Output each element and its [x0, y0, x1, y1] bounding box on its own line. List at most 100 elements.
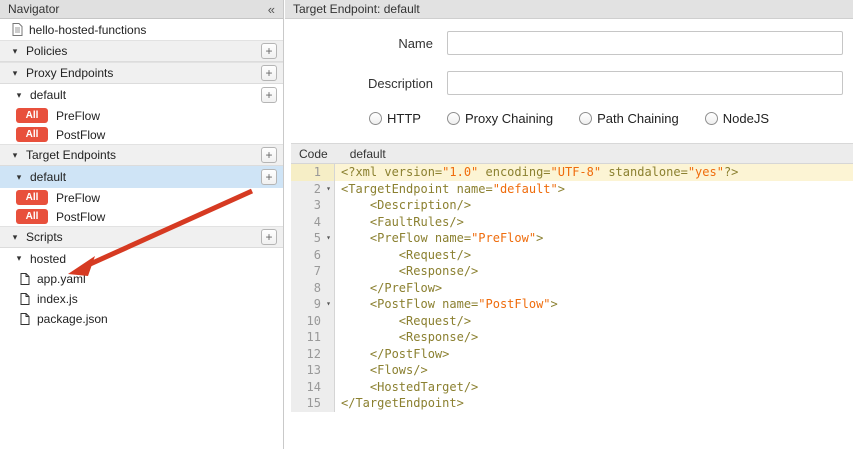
scripts-folder-hosted[interactable]: ▾ hosted [0, 248, 283, 269]
add-proxy-endpoint-button[interactable]: + [261, 65, 277, 81]
chevron-down-icon[interactable]: ▾ [14, 173, 24, 182]
line-number: 5 [314, 230, 323, 247]
radio-path-chaining[interactable]: Path Chaining [579, 111, 679, 126]
script-file-item[interactable]: app.yaml [0, 269, 283, 289]
radio-proxy-chaining[interactable]: Proxy Chaining [447, 111, 553, 126]
script-file-item[interactable]: package.json [0, 309, 283, 329]
code-text[interactable]: <PreFlow name="PreFlow"> [335, 230, 543, 247]
code-text[interactable]: <?xml version="1.0" encoding="UTF-8" sta… [335, 164, 738, 181]
section-scripts[interactable]: ▾ Scripts + [0, 226, 283, 248]
line-number: 3 [314, 197, 323, 214]
radio-nodejs[interactable]: NodeJS [705, 111, 769, 126]
description-input[interactable] [447, 71, 843, 95]
section-label: Proxy Endpoints [26, 66, 113, 80]
code-line[interactable]: 3 <Description/> [291, 197, 853, 214]
code-line[interactable]: 2▾<TargetEndpoint name="default"> [291, 181, 853, 198]
radio-icon[interactable] [447, 112, 460, 125]
code-line[interactable]: 6 <Request/> [291, 247, 853, 264]
line-number: 2 [314, 181, 323, 198]
bundle-item[interactable]: hello-hosted-functions [0, 19, 283, 40]
code-line[interactable]: 4 <FaultRules/> [291, 214, 853, 231]
code-text[interactable]: <Request/> [335, 247, 471, 264]
file-icon [20, 313, 31, 325]
line-number: 11 [307, 329, 323, 346]
code-text[interactable]: </PreFlow> [335, 280, 442, 297]
add-policy-button[interactable]: + [261, 43, 277, 59]
navigator-panel: Navigator « hello-hosted-functions ▾ Pol… [0, 0, 284, 449]
code-line[interactable]: 10 <Request/> [291, 313, 853, 330]
flow-condition-badge: All [16, 190, 48, 205]
file-name: package.json [37, 312, 108, 326]
target-endpoint-default[interactable]: ▾ default + [0, 166, 283, 188]
endpoint-name: default [30, 88, 66, 102]
chevron-down-icon[interactable]: ▾ [10, 233, 20, 242]
add-flow-button[interactable]: + [261, 87, 277, 103]
radio-icon[interactable] [579, 112, 592, 125]
section-policies[interactable]: ▾ Policies + [0, 40, 283, 62]
name-input[interactable] [447, 31, 843, 55]
code-line[interactable]: 8 </PreFlow> [291, 280, 853, 297]
line-gutter: 10 [291, 313, 335, 330]
tab-code[interactable]: Code [299, 147, 328, 161]
code-text[interactable]: <Response/> [335, 329, 478, 346]
section-target-endpoints[interactable]: ▾ Target Endpoints + [0, 144, 283, 166]
code-text[interactable]: <Request/> [335, 313, 471, 330]
code-text[interactable]: <PostFlow name="PostFlow"> [335, 296, 558, 313]
code-text[interactable]: <Description/> [335, 197, 471, 214]
tab-file-default[interactable]: default [350, 147, 386, 161]
name-label: Name [285, 36, 433, 51]
code-text[interactable]: <TargetEndpoint name="default"> [335, 181, 565, 198]
line-number: 4 [314, 214, 323, 231]
code-line[interactable]: 13 <Flows/> [291, 362, 853, 379]
script-file-item[interactable]: index.js [0, 289, 283, 309]
fold-arrow-icon[interactable]: ▾ [323, 181, 334, 198]
chevron-down-icon[interactable]: ▾ [10, 69, 20, 78]
chevron-down-icon[interactable]: ▾ [10, 151, 20, 160]
description-row: Description [285, 71, 853, 95]
code-line[interactable]: 11 <Response/> [291, 329, 853, 346]
name-row: Name [285, 31, 853, 55]
code-line[interactable]: 1<?xml version="1.0" encoding="UTF-8" st… [291, 164, 853, 181]
line-number: 6 [314, 247, 323, 264]
code-area[interactable]: 1<?xml version="1.0" encoding="UTF-8" st… [291, 164, 853, 449]
line-number: 10 [307, 313, 323, 330]
code-text[interactable]: </PostFlow> [335, 346, 449, 363]
proxy-postflow-item[interactable]: All PostFlow [0, 125, 283, 144]
code-text[interactable]: <Response/> [335, 263, 478, 280]
code-line[interactable]: 14 <HostedTarget/> [291, 379, 853, 396]
code-text[interactable]: <HostedTarget/> [335, 379, 478, 396]
add-flow-button[interactable]: + [261, 169, 277, 185]
chevron-down-icon[interactable]: ▾ [10, 47, 20, 56]
collapse-panel-icon[interactable]: « [268, 2, 275, 17]
radio-label: HTTP [387, 111, 421, 126]
add-script-button[interactable]: + [261, 229, 277, 245]
code-line[interactable]: 7 <Response/> [291, 263, 853, 280]
flow-label: PreFlow [56, 191, 100, 205]
target-postflow-item[interactable]: All PostFlow [0, 207, 283, 226]
proxy-endpoint-default[interactable]: ▾ default + [0, 84, 283, 106]
flow-label: PostFlow [56, 128, 105, 142]
target-preflow-item[interactable]: All PreFlow [0, 188, 283, 207]
add-target-endpoint-button[interactable]: + [261, 147, 277, 163]
line-gutter: 14 [291, 379, 335, 396]
proxy-preflow-item[interactable]: All PreFlow [0, 106, 283, 125]
chevron-down-icon[interactable]: ▾ [14, 254, 24, 263]
radio-http[interactable]: HTTP [369, 111, 421, 126]
fold-arrow-icon[interactable]: ▾ [323, 230, 334, 247]
code-line[interactable]: 15</TargetEndpoint> [291, 395, 853, 412]
file-name: index.js [37, 292, 78, 306]
section-proxy-endpoints[interactable]: ▾ Proxy Endpoints + [0, 62, 283, 84]
code-line[interactable]: 5▾ <PreFlow name="PreFlow"> [291, 230, 853, 247]
code-line[interactable]: 9▾ <PostFlow name="PostFlow"> [291, 296, 853, 313]
code-text[interactable]: </TargetEndpoint> [335, 395, 464, 412]
chevron-down-icon[interactable]: ▾ [14, 91, 24, 100]
line-gutter: 12 [291, 346, 335, 363]
code-text[interactable]: <Flows/> [335, 362, 428, 379]
fold-arrow-icon[interactable]: ▾ [323, 296, 334, 313]
description-label: Description [285, 76, 433, 91]
radio-icon[interactable] [705, 112, 718, 125]
radio-icon[interactable] [369, 112, 382, 125]
endpoint-type-radios: HTTP Proxy Chaining Path Chaining NodeJS [285, 111, 853, 126]
code-text[interactable]: <FaultRules/> [335, 214, 464, 231]
code-line[interactable]: 12 </PostFlow> [291, 346, 853, 363]
